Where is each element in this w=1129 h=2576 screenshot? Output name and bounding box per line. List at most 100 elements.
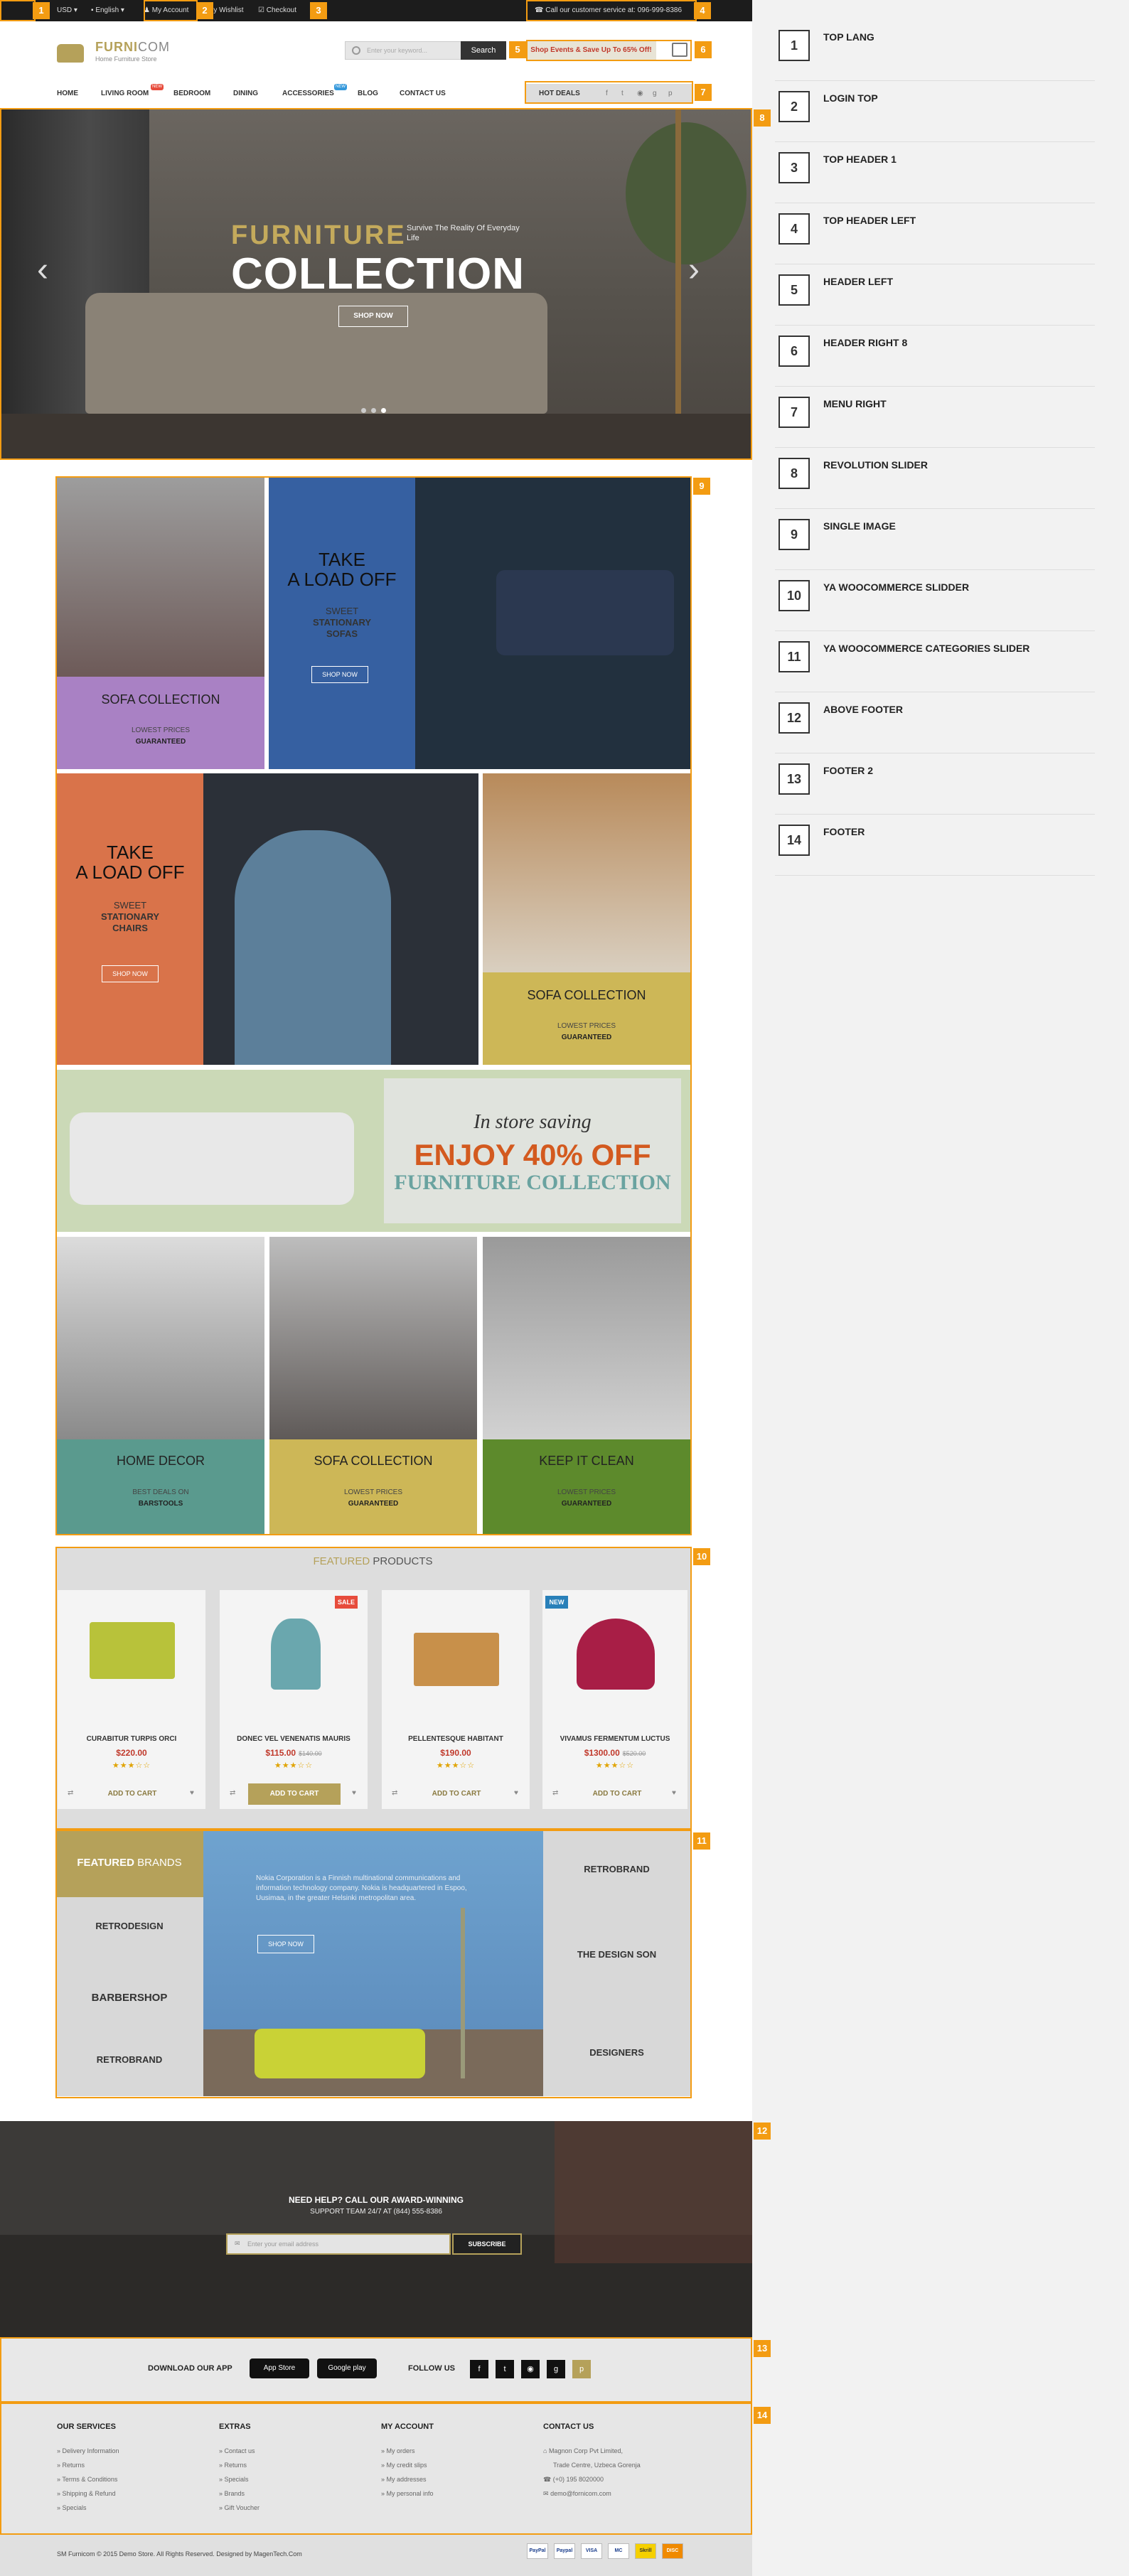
nav-home[interactable]: HOME (57, 90, 78, 97)
legend-item: 10 YA WOOCOMMERCE SLIDDER (775, 570, 1095, 631)
language-select[interactable]: ▪ English ▾ (91, 6, 124, 14)
legend-number: 11 (778, 641, 810, 672)
legend-item: 13 FOOTER 2 (775, 753, 1095, 815)
paypal-icon: Paypal (554, 2543, 575, 2559)
flag-icon: ▪ (91, 6, 94, 14)
region-box (526, 40, 692, 61)
legend-item: 8 REVOLUTION SLIDER (775, 448, 1095, 509)
legend-label: TOP LANG (823, 31, 874, 43)
legend-label: YA WOOCOMMERCE SLIDDER (823, 581, 970, 593)
region-box (0, 2337, 752, 2403)
paypal-icon: PayPal (527, 2543, 548, 2559)
region-badge: 5 (509, 41, 526, 58)
nav-dining[interactable]: DINING (233, 90, 258, 97)
legend-number: 12 (778, 702, 810, 734)
legend-item: 1 TOP LANG (775, 20, 1095, 81)
nav-blog[interactable]: BLOG (358, 90, 378, 97)
legend-item: 3 TOP HEADER 1 (775, 142, 1095, 203)
search-button[interactable]: Search (461, 41, 506, 60)
legend-number: 4 (778, 213, 810, 245)
region-box (144, 0, 198, 21)
currency-select[interactable]: USD ▾ (57, 6, 77, 14)
legend-number: 2 (778, 91, 810, 122)
legend-item: 7 MENU RIGHT (775, 387, 1095, 448)
region-badge: 1 (33, 2, 50, 19)
search-placeholder: Enter your keyword... (367, 47, 428, 54)
legend-label: REVOLUTION SLIDER (823, 459, 929, 471)
logo-text[interactable]: FURNICOM (95, 40, 170, 55)
legend-number: 14 (778, 825, 810, 856)
email-placeholder: Enter your email address (247, 2240, 319, 2248)
legend-number: 5 (778, 274, 810, 306)
legend-item: 12 ABOVE FOOTER (775, 692, 1095, 753)
discover-icon: DISC (662, 2543, 683, 2559)
email-field[interactable]: ✉ Enter your email address (226, 2233, 451, 2255)
logo-tagline: Home Furniture Store (95, 55, 157, 63)
legend-number: 3 (778, 152, 810, 183)
region-box (55, 1830, 692, 2098)
region-badge: 9 (693, 478, 710, 495)
hot-badge: NEW (151, 84, 164, 90)
legend-number: 9 (778, 519, 810, 550)
checkout-link[interactable]: ☑ Checkout (258, 6, 296, 14)
region-box (0, 0, 36, 21)
legend-number: 13 (778, 763, 810, 795)
copyright-text: SM Furnicom © 2015 Demo Store. All Right… (57, 2550, 302, 2558)
region-badge: 12 (754, 2122, 771, 2140)
region-badge: 11 (693, 1832, 710, 1850)
subscribe-button[interactable]: SUBSCRIBE (452, 2233, 522, 2255)
nav-contact[interactable]: CONTACT US (400, 90, 446, 97)
legend-label: TOP HEADER LEFT (823, 215, 916, 226)
region-badge: 14 (754, 2407, 771, 2424)
legend-item: 14 FOOTER (775, 815, 1095, 876)
new-badge: NEW (334, 84, 347, 90)
region-badge: 7 (695, 84, 712, 101)
search-icon (352, 46, 360, 55)
legend-label: FOOTER (823, 826, 865, 837)
legend-number: 1 (778, 30, 810, 61)
legend-item: 11 YA WOOCOMMERCE CATEGORIES SLIDER (775, 631, 1095, 692)
nav-living-room[interactable]: LIVING ROOM (101, 90, 149, 97)
legend-label: HEADER LEFT (823, 276, 893, 287)
nav-accessories[interactable]: ACCESSORIES (282, 90, 334, 97)
skrill-icon: Skrill (635, 2543, 656, 2559)
legend-number: 10 (778, 580, 810, 611)
legend-label: LOGIN TOP (823, 92, 878, 104)
region-badge: 8 (754, 109, 771, 127)
brick-wall-image (555, 2121, 752, 2263)
legend-label: SINGLE IMAGE (823, 520, 896, 532)
nav-bedroom[interactable]: BEDROOM (173, 90, 210, 97)
region-badge: 10 (693, 1548, 710, 1565)
legend-item: 9 SINGLE IMAGE (775, 509, 1095, 570)
newsletter-line1: NEED HELP? CALL OUR AWARD-WINNING (289, 2195, 464, 2205)
region-box (525, 81, 693, 104)
legend-label: TOP HEADER 1 (823, 154, 897, 165)
legend-label: YA WOOCOMMERCE CATEGORIES SLIDER (823, 643, 1030, 654)
legend-item: 2 LOGIN TOP (775, 81, 1095, 142)
legend-item: 6 HEADER RIGHT 8 (775, 326, 1095, 387)
legend-item: 5 HEADER LEFT (775, 264, 1095, 326)
mastercard-icon: MC (608, 2543, 629, 2559)
legend-label: HEADER RIGHT 8 (823, 337, 908, 348)
region-box (55, 476, 692, 1535)
legend-number: 7 (778, 397, 810, 428)
legend-label: ABOVE FOOTER (823, 704, 904, 715)
region-box (55, 1547, 692, 1830)
region-badge: 4 (694, 2, 711, 19)
visa-icon: VISA (581, 2543, 602, 2559)
region-badge: 13 (754, 2340, 771, 2357)
legend-label: MENU RIGHT (823, 398, 887, 409)
region-badge: 2 (196, 2, 213, 19)
legend-number: 6 (778, 336, 810, 367)
check-icon: ☑ (258, 6, 264, 14)
logo-sofa-icon[interactable] (57, 44, 84, 63)
region-box (526, 0, 697, 21)
region-badge: 6 (695, 41, 712, 58)
region-box (0, 108, 752, 460)
region-box (0, 2403, 752, 2535)
region-badge: 3 (310, 2, 327, 19)
mail-icon: ✉ (235, 2240, 240, 2247)
above-footer-newsletter: NEED HELP? CALL OUR AWARD-WINNING SUPPOR… (0, 2121, 752, 2337)
legend-label: FOOTER 2 (823, 765, 874, 776)
legend-item: 4 TOP HEADER LEFT (775, 203, 1095, 264)
